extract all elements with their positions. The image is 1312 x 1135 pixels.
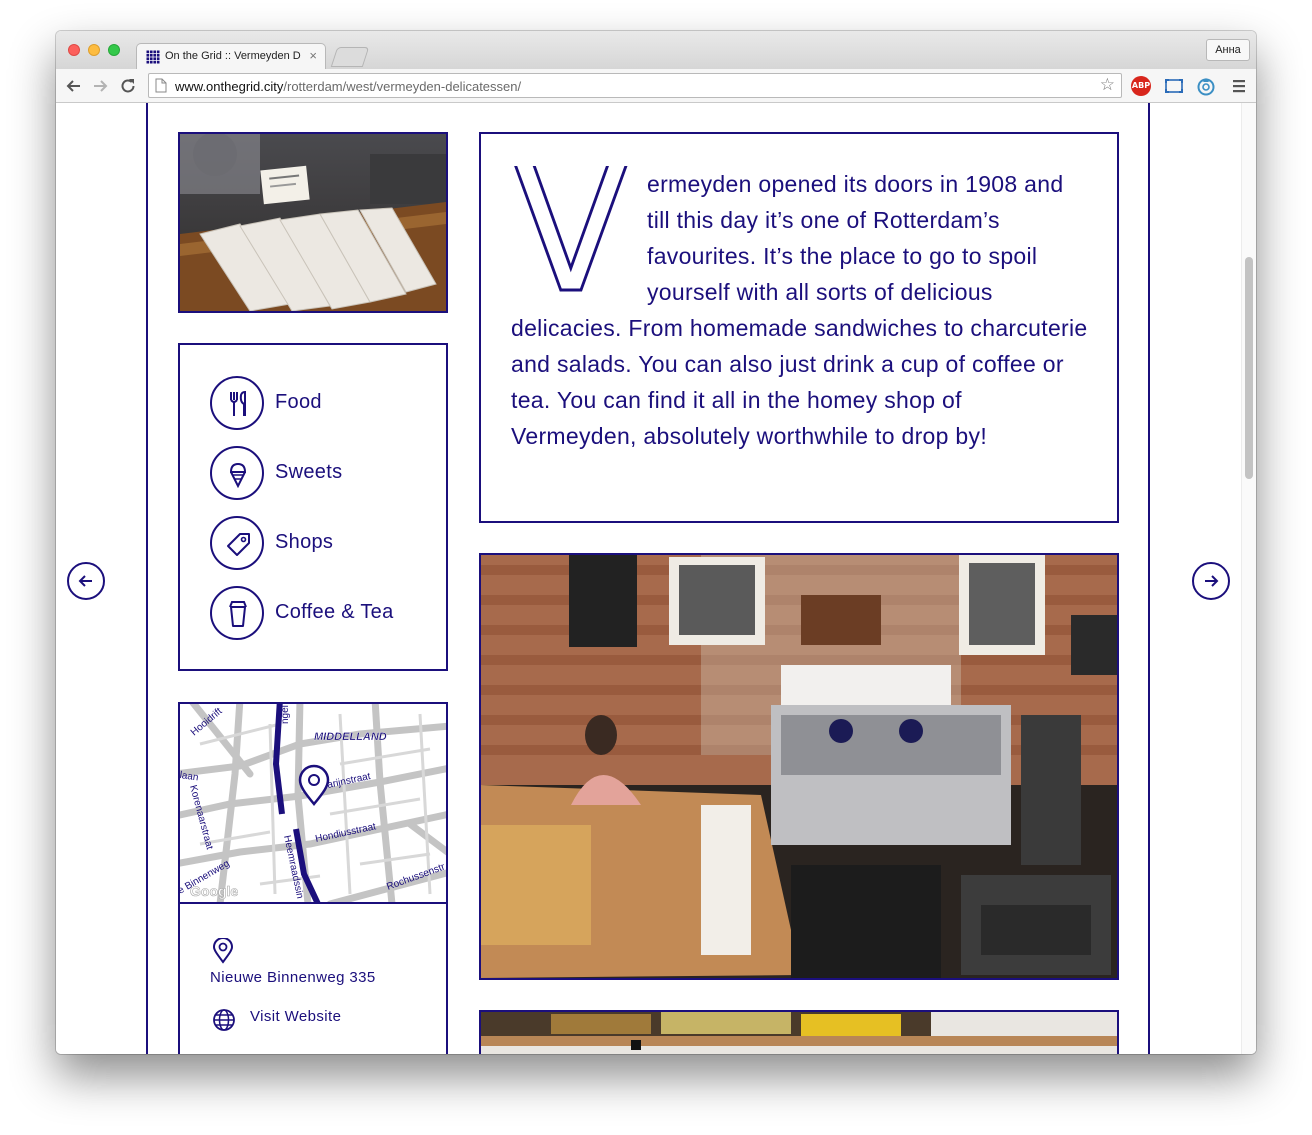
visit-website-link[interactable]: Visit Website [250, 1008, 341, 1025]
arrow-right-icon [1205, 575, 1219, 587]
fork-knife-icon [230, 390, 246, 416]
categories-box: Food Sweets Shops Coffee & Tea [178, 343, 448, 671]
category-food-label: Food [275, 391, 322, 413]
next-arrow-button[interactable] [1192, 562, 1230, 600]
cafe-interior-image [481, 555, 1117, 978]
tab-title: On the Grid :: Vermeyden D [165, 50, 301, 62]
sandwich-basket-photo [178, 132, 448, 313]
coffee-cup-icon [229, 601, 247, 627]
category-shops-label: Shops [275, 531, 334, 553]
url-host: www.onthegrid.city [175, 79, 284, 94]
back-arrow-icon[interactable] [64, 76, 84, 96]
browser-window: On the Grid :: Vermeyden D × Анна www.on… [56, 31, 1256, 1054]
forward-arrow-icon[interactable] [90, 76, 110, 96]
map-label-korenaar: Korenaarstraat [187, 784, 215, 851]
category-food[interactable]: Food [210, 376, 430, 432]
content-frame-left-border [146, 103, 148, 1054]
globe-icon [213, 1009, 235, 1031]
cafe-interior-photo [479, 553, 1119, 980]
svg-text:V: V [509, 166, 633, 310]
grid-favicon-icon [146, 50, 160, 64]
sandwich-basket-image [180, 134, 446, 311]
profile-button[interactable]: Анна [1206, 39, 1250, 61]
bookmark-star-icon[interactable]: ☆ [1100, 76, 1115, 94]
category-coffee-tea-label: Coffee & Tea [275, 601, 394, 623]
vertical-scrollbar[interactable] [1241, 103, 1256, 1054]
map-attribution: Google [190, 883, 238, 899]
category-coffee-tea-circle [210, 586, 264, 640]
category-sweets-label: Sweets [275, 461, 343, 483]
zoom-window-button[interactable] [108, 44, 120, 56]
dropcap-letter: V [509, 166, 634, 310]
tab-close-icon[interactable]: × [309, 49, 317, 63]
category-shops-circle [210, 516, 264, 570]
content-frame-right-border [1148, 103, 1150, 1054]
tag-icon [227, 533, 250, 556]
map-label-singel: ngel [280, 705, 291, 724]
menu-icon[interactable] [1228, 75, 1250, 97]
street-map-image: MIDDELLAND Hooidrift ngel rlaan Korenaar… [180, 704, 446, 902]
category-shops[interactable]: Shops [210, 516, 430, 572]
page-viewport: Food Sweets Shops Coffee & Tea MIDDELLAN… [56, 103, 1256, 1054]
close-window-button[interactable] [68, 44, 80, 56]
map[interactable]: MIDDELLAND Hooidrift ngel rlaan Korenaar… [180, 704, 446, 904]
scrollbar-thumb[interactable] [1245, 257, 1253, 479]
extension-drop-icon[interactable] [1195, 75, 1217, 97]
category-sweets[interactable]: Sweets [210, 446, 430, 502]
browser-toolbar: www.onthegrid.city/rotterdam/west/vermey… [56, 69, 1256, 103]
previous-arrow-button[interactable] [67, 562, 105, 600]
new-tab-button[interactable] [330, 47, 370, 67]
tab-strip: On the Grid :: Vermeyden D × Анна [56, 31, 1256, 69]
map-label-district: MIDDELLAND [314, 731, 387, 743]
arrow-left-icon [78, 575, 92, 587]
address-text: Nieuwe Binnenweg 335 [210, 969, 376, 986]
description-box: V ermeyden opened its doors in 1908 and … [479, 132, 1119, 523]
category-food-circle [210, 376, 264, 430]
url-path: /rotterdam/west/vermeyden-delicatessen/ [283, 79, 522, 94]
ice-cream-icon [229, 462, 247, 488]
browser-tab[interactable]: On the Grid :: Vermeyden D × [136, 43, 326, 69]
cheese-shelf-image [481, 1012, 1117, 1054]
adblock-icon[interactable]: ABP [1131, 76, 1151, 96]
cheese-shelf-photo [479, 1010, 1119, 1054]
minimize-window-button[interactable] [88, 44, 100, 56]
address-bar[interactable]: www.onthegrid.city/rotterdam/west/vermey… [148, 73, 1122, 98]
reload-icon[interactable] [118, 76, 138, 96]
page-icon [155, 78, 167, 93]
url-text: www.onthegrid.city/rotterdam/west/vermey… [175, 79, 521, 94]
screen-capture-icon[interactable] [1163, 75, 1185, 97]
location-pin-icon [212, 938, 234, 964]
category-coffee-tea[interactable]: Coffee & Tea [210, 586, 430, 642]
category-sweets-circle [210, 446, 264, 500]
location-box: MIDDELLAND Hooidrift ngel rlaan Korenaar… [178, 702, 448, 1054]
map-label-laan: rlaan [180, 770, 199, 784]
description-paragraph: V ermeyden opened its doors in 1908 and … [509, 166, 1091, 454]
